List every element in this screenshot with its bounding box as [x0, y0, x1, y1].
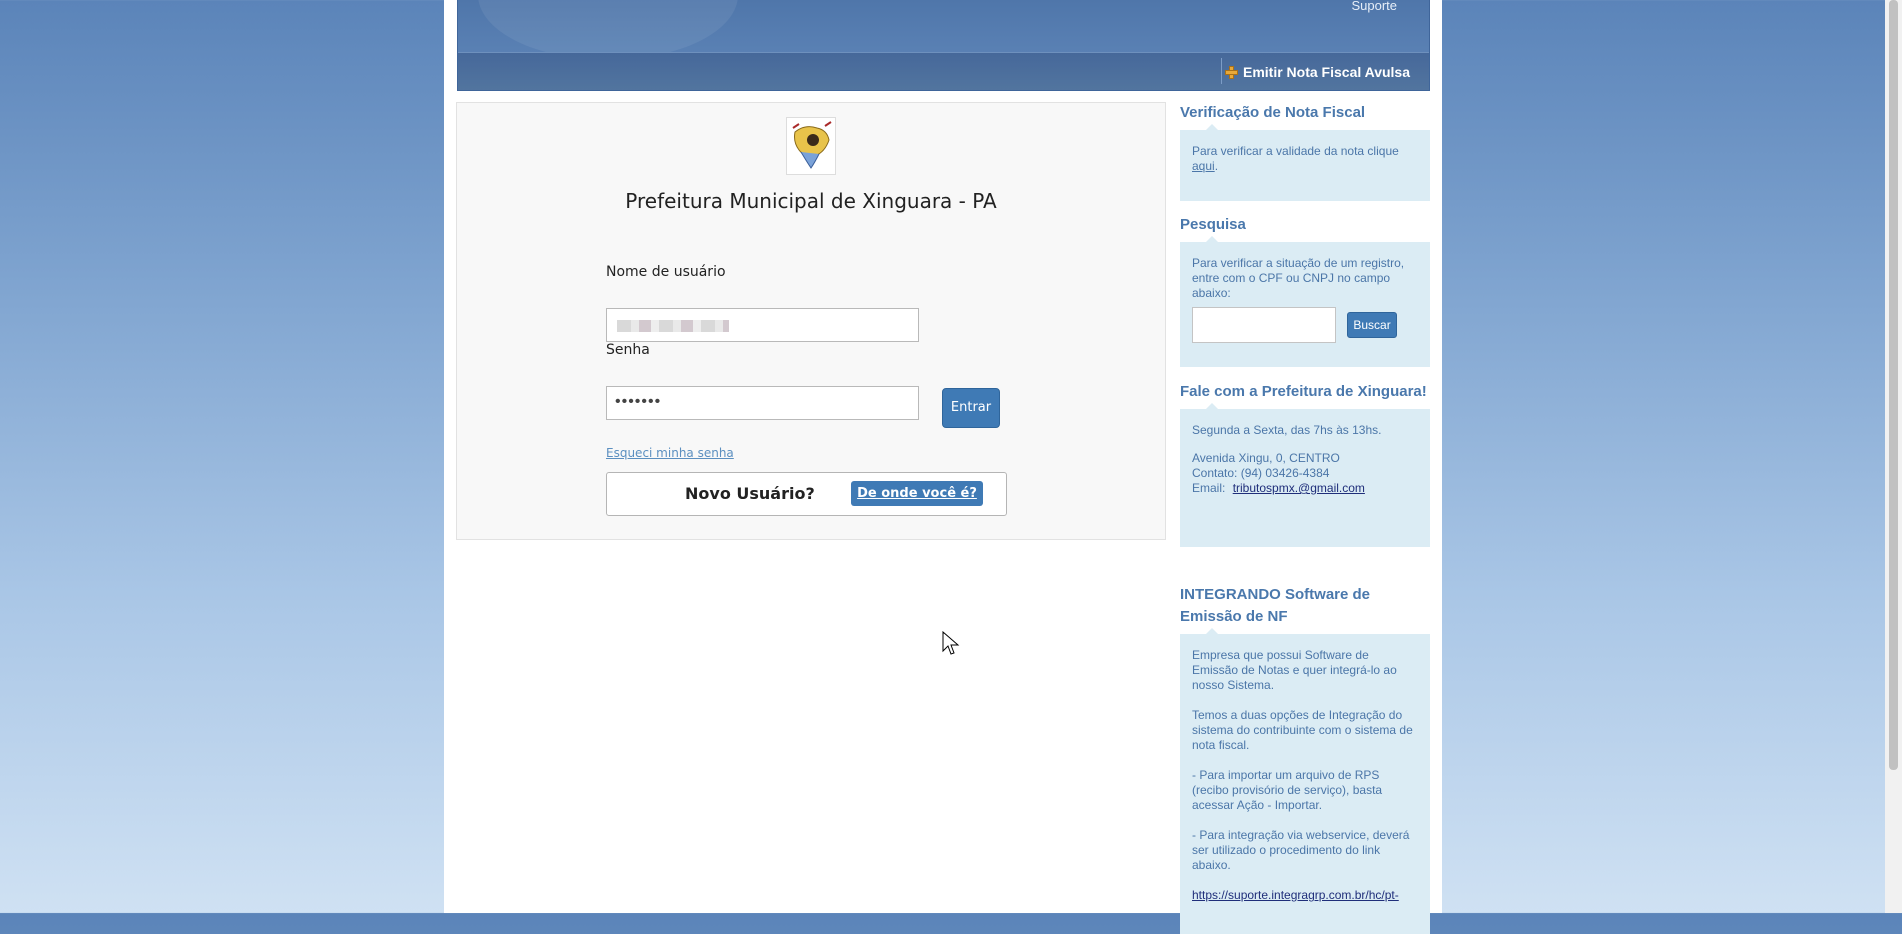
organization-title: Prefeitura Municipal de Xinguara - PA	[625, 189, 997, 213]
new-user-box: Novo Usuário? De onde você é?	[606, 472, 1007, 516]
search-button[interactable]: Buscar	[1347, 312, 1397, 338]
emit-invoice-label: Emitir Nota Fiscal Avulsa	[1242, 64, 1410, 80]
integration-title: INTEGRANDO Software de Emissão de NF	[1180, 586, 1371, 625]
plus-icon	[1224, 65, 1238, 79]
city-crest-logo	[786, 117, 836, 175]
login-panel: Prefeitura Municipal de Xinguara - PA No…	[456, 102, 1166, 540]
verify-text: Para verificar a validade da nota clique	[1192, 144, 1399, 158]
username-input[interactable]	[606, 308, 919, 342]
header-decoration	[478, 0, 738, 60]
password-input[interactable]: •••••••	[606, 386, 919, 420]
integration-paragraph-1: Empresa que possui Software de Emissão d…	[1192, 648, 1397, 692]
page-scrollbar[interactable]	[1885, 0, 1902, 913]
password-value: •••••••	[615, 393, 662, 410]
search-section: Pesquisa Para verificar a situação de um…	[1180, 214, 1430, 367]
verify-section: Verificação de Nota Fiscal Para verifica…	[1180, 102, 1430, 201]
contact-address: Avenida Xingu, 0, CENTRO	[1192, 451, 1340, 465]
contact-section: Fale com a Prefeitura de Xinguara! Segun…	[1180, 381, 1430, 547]
cpf-cnpj-search-input[interactable]	[1192, 307, 1336, 343]
integration-support-link[interactable]: https://suporte.integragrp.com.br/hc/pt-	[1192, 888, 1399, 902]
contact-box: Segunda a Sexta, das 7hs às 13hs. Avenid…	[1180, 403, 1430, 547]
integration-paragraph-4: - Para integração via webservice, deverá…	[1192, 828, 1410, 872]
username-label: Nome de usuário	[606, 264, 726, 280]
verify-link[interactable]: aqui	[1192, 159, 1215, 173]
integration-paragraph-3: - Para importar um arquivo de RPS (recib…	[1192, 768, 1383, 812]
contact-email-label: Email:	[1192, 481, 1226, 495]
search-title: Pesquisa	[1180, 216, 1246, 233]
contact-email-link[interactable]: tributospmx.@gmail.com	[1233, 481, 1365, 495]
password-label: Senha	[606, 342, 650, 358]
login-button[interactable]: Entrar	[942, 388, 1000, 428]
site-header: Suporte Emitir Nota Fiscal Avulsa	[457, 0, 1430, 91]
contact-title: Fale com a Prefeitura de Xinguara!	[1180, 383, 1427, 400]
verify-box: Para verificar a validade da nota clique…	[1180, 124, 1430, 201]
search-text: Para verificar a situação de um registro…	[1192, 256, 1405, 300]
search-box: Para verificar a situação de um registro…	[1180, 236, 1430, 367]
integration-paragraph-2: Temos a duas opções de Integração do sis…	[1192, 708, 1413, 752]
where-are-you-button[interactable]: De onde você é?	[851, 481, 983, 506]
forgot-password-link[interactable]: Esqueci minha senha	[606, 446, 734, 460]
verify-title: Verificação de Nota Fiscal	[1180, 104, 1366, 121]
verify-suffix: .	[1214, 159, 1219, 173]
scrollbar-thumb[interactable]	[1889, 0, 1898, 770]
new-user-text: Novo Usuário?	[685, 484, 815, 503]
support-link[interactable]: Suporte	[1351, 0, 1397, 13]
contact-hours: Segunda a Sexta, das 7hs às 13hs.	[1192, 423, 1382, 437]
integration-section: INTEGRANDO Software de Emissão de NF Emp…	[1180, 584, 1430, 934]
toolbar-divider	[1221, 58, 1222, 84]
redacted-username	[617, 320, 729, 332]
contact-phone: Contato: (94) 03426-4384	[1192, 466, 1330, 480]
integration-box: Empresa que possui Software de Emissão d…	[1180, 628, 1430, 934]
emit-invoice-button[interactable]: Emitir Nota Fiscal Avulsa	[1224, 64, 1410, 80]
page-container: Suporte Emitir Nota Fiscal Avulsa Prefei…	[444, 0, 1442, 934]
